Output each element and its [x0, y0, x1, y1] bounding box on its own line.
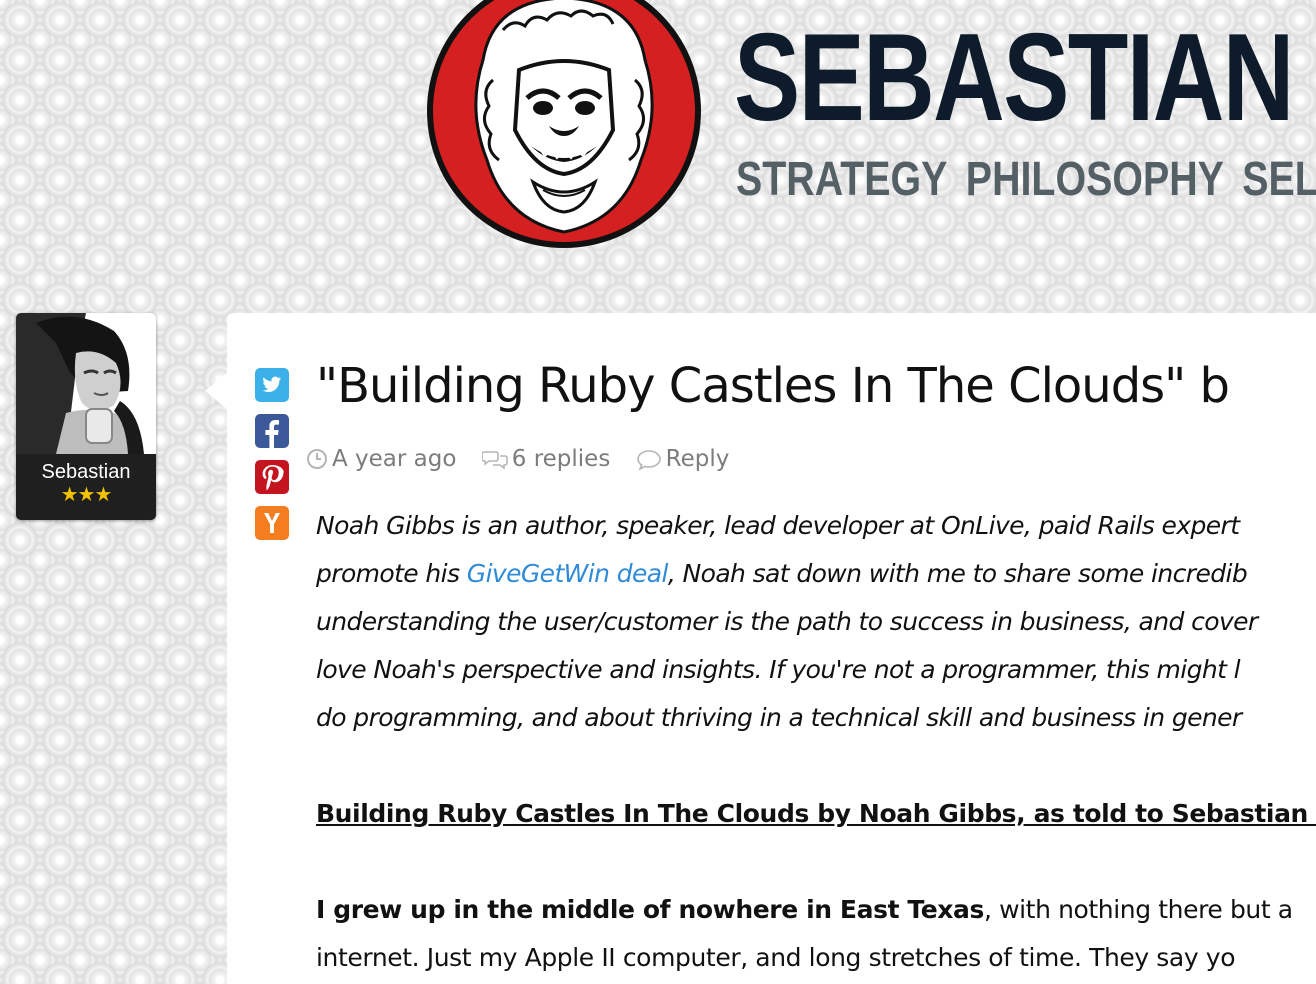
post-meta: A year ago 6 replies Reply — [306, 444, 729, 474]
intro-text: promote his — [316, 559, 467, 588]
post-title[interactable]: "Building Ruby Castles In The Clouds" b — [316, 352, 1230, 420]
reply-link-label: Reply — [665, 446, 730, 472]
pinterest-icon[interactable] — [255, 460, 289, 494]
intro-line: promote his GiveGetWin deal, Noah sat do… — [316, 550, 1316, 598]
story-text: , with nothing there but a — [983, 895, 1293, 924]
guardian-lion-logo-icon[interactable] — [423, 0, 705, 252]
brand-tagline: STRATEGY PHILOSOPHY SELF- — [736, 153, 1316, 206]
post-replies-label: 6 replies — [511, 446, 611, 472]
intro-line: do programming, and about thriving in a … — [316, 703, 1242, 732]
story-line: I grew up in the middle of nowhere in Ea… — [316, 886, 1316, 934]
post-replies[interactable]: 6 replies — [481, 444, 611, 474]
givegetwin-deal-link[interactable]: GiveGetWin deal — [467, 559, 669, 588]
story-lead-bold: I grew up in the middle of nowhere in Ea… — [316, 895, 984, 924]
story-line: internet. Just my Apple II computer, and… — [316, 943, 1236, 972]
facebook-icon[interactable] — [255, 414, 289, 448]
intro-text: , Noah sat down with me to share some in… — [667, 559, 1248, 588]
speech-bubbles-icon — [481, 451, 508, 470]
intro-line: understanding the user/customer is the p… — [316, 607, 1258, 636]
author-rank-stars: ★★★ — [60, 482, 113, 506]
avatar[interactable] — [16, 313, 156, 454]
intro-line: Noah Gibbs is an author, speaker, lead d… — [316, 511, 1240, 540]
post-pointer — [205, 373, 227, 409]
author-card[interactable]: Sebastian ★★★ — [16, 313, 156, 520]
author-name[interactable]: Sebastian — [16, 460, 156, 484]
twitter-icon[interactable] — [255, 368, 289, 402]
reply-bubble-icon — [636, 450, 661, 470]
post-time[interactable]: A year ago — [306, 444, 456, 474]
hacker-news-icon[interactable] — [255, 506, 289, 540]
intro-line: love Noah's perspective and insights. If… — [316, 655, 1241, 684]
post-time-label: A year ago — [332, 446, 457, 472]
post-body: Noah Gibbs is an author, speaker, lead d… — [316, 502, 1316, 982]
reply-link[interactable]: Reply — [636, 444, 730, 474]
clock-icon — [307, 449, 327, 469]
brand-name[interactable]: SEBASTIAN — [734, 8, 1294, 148]
story-heading: Building Ruby Castles In The Clouds by N… — [316, 799, 1316, 828]
